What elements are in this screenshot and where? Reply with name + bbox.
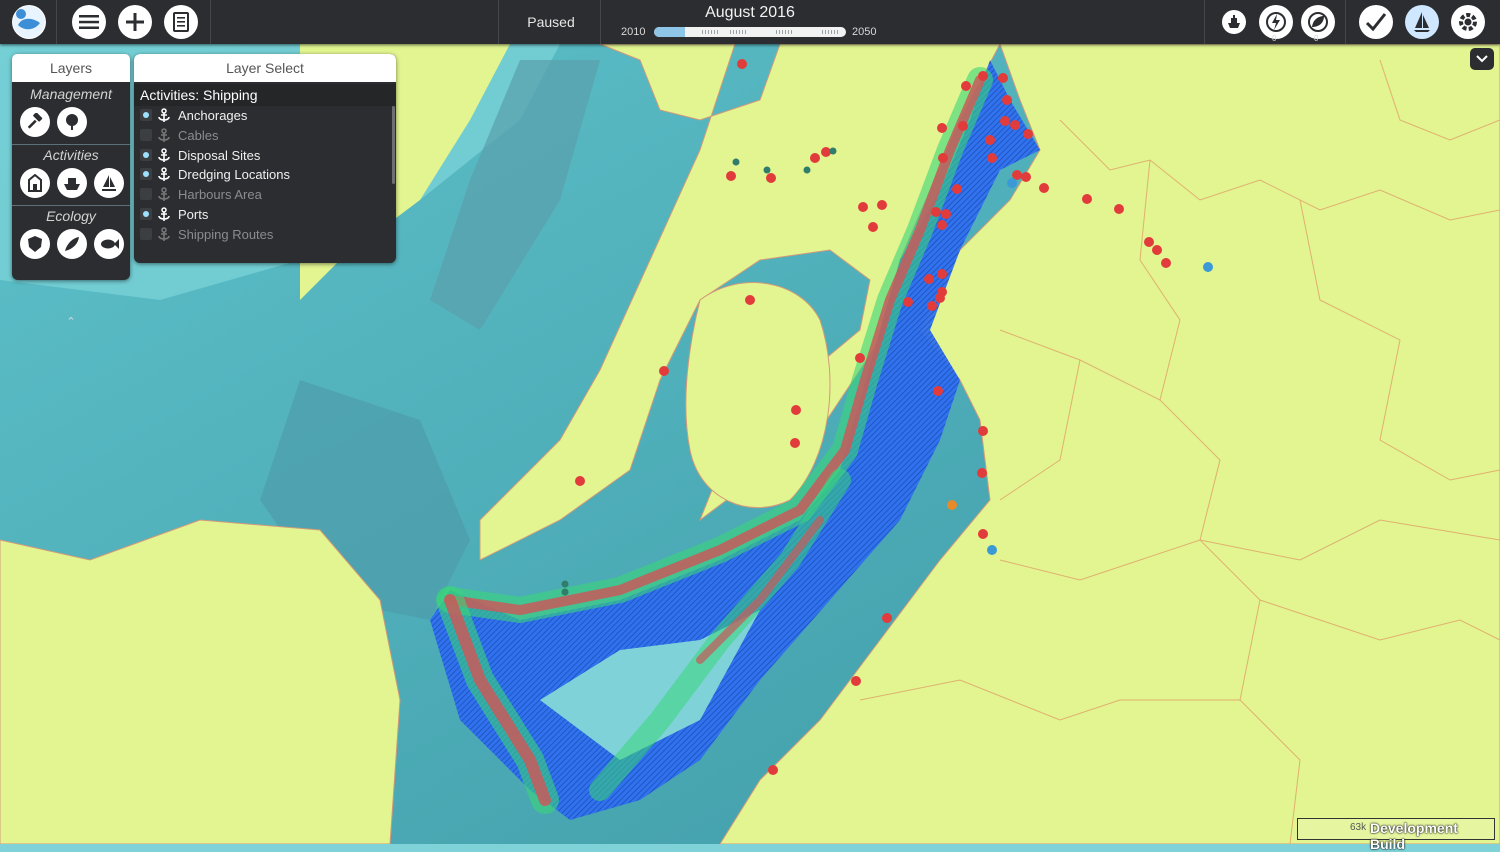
layer-active-dot — [143, 151, 149, 158]
timeline-start-year: 2010 — [621, 26, 646, 38]
land-island — [685, 282, 831, 509]
fish-icon[interactable] — [94, 229, 124, 259]
layer-active-dot — [143, 211, 149, 217]
development-build-watermark: 63k Development Build — [1297, 818, 1495, 852]
menu-icon[interactable] — [72, 5, 106, 39]
layer-select-title: Layer Select — [134, 54, 396, 82]
layer-item-label: Shipping Routes — [178, 226, 274, 242]
layer-item-dredging-locations[interactable]: Dredging Locations — [134, 165, 392, 185]
gavel-icon[interactable] — [20, 107, 50, 137]
layer-toggle-checkbox[interactable] — [140, 188, 152, 201]
checkmark-icon[interactable] — [1359, 5, 1393, 39]
collapse-panel-chevron-icon[interactable]: ⌃ — [64, 317, 78, 328]
anchor-icon — [158, 108, 170, 122]
sailboat-icon[interactable] — [94, 168, 124, 198]
layer-item-ports[interactable]: Ports — [134, 205, 392, 225]
timeline-progress — [654, 27, 685, 37]
layer-item-label: Harbours Area — [178, 187, 262, 203]
layer-item-label: Ports — [178, 207, 209, 222]
category-activities-label: Activities — [43, 147, 99, 163]
shield-icon[interactable] — [20, 229, 50, 259]
ecology-badge: 0 — [1314, 34, 1319, 43]
gear-icon[interactable] — [1451, 5, 1485, 39]
sailboat-icon[interactable] — [1405, 5, 1439, 39]
anchor-icon — [158, 167, 170, 182]
feather-icon[interactable] — [57, 229, 87, 259]
document-icon[interactable] — [164, 5, 198, 39]
layer-toggle-checkbox[interactable] — [140, 227, 152, 240]
layer-item-label: Cables — [178, 127, 219, 143]
category-management-label: Management — [30, 86, 112, 102]
layer-item-disposal-sites[interactable]: Disposal Sites — [134, 146, 392, 166]
ship-icon[interactable] — [1222, 10, 1246, 34]
energy-badge: 0 — [1272, 34, 1277, 43]
timeline-end-year: 2050 — [852, 26, 877, 38]
timeline-slider[interactable] — [654, 27, 846, 37]
layers-panel-title[interactable]: Layers — [12, 54, 130, 82]
anchor-icon — [158, 227, 170, 241]
layer-item-label: Disposal Sites — [178, 147, 261, 163]
development-build-label: Development Build — [1370, 820, 1458, 852]
layer-item-anchorages[interactable]: Anchorages — [134, 106, 392, 126]
current-date: August 2016 — [705, 4, 795, 21]
layer-active-dot — [143, 112, 149, 118]
tree-icon[interactable] — [57, 107, 87, 137]
map-options-chevron-down-icon[interactable] — [1470, 48, 1494, 70]
harbour-icon[interactable] — [20, 168, 50, 198]
layer-category-header: Activities: Shipping — [134, 84, 396, 106]
layer-item-label: Anchorages — [178, 108, 248, 123]
layers-panel: Layers Management Activities Ecology ⌃ — [12, 54, 130, 328]
anchor-icon — [158, 207, 170, 221]
anchor-icon — [158, 187, 170, 202]
layer-toggle-checkbox[interactable] — [140, 128, 152, 141]
top-toolbar: Paused August 2016 2010 2050 0 0 — [0, 0, 1500, 44]
anchor-icon — [158, 147, 170, 162]
layer-item-cables[interactable]: Cables — [134, 126, 392, 146]
layer-item-shipping-routes[interactable]: Shipping Routes — [134, 225, 392, 245]
layer-item-harbours-area[interactable]: Harbours Area — [134, 185, 392, 205]
app-logo-icon[interactable] — [12, 5, 46, 39]
category-ecology-label: Ecology — [46, 208, 96, 224]
simulation-status[interactable]: Paused — [508, 14, 594, 30]
fps-counter: 63k — [1350, 822, 1367, 833]
ship-icon[interactable] — [57, 168, 87, 198]
anchor-icon — [158, 128, 170, 142]
add-icon[interactable] — [118, 5, 152, 39]
layer-list-scrollbar[interactable] — [392, 106, 395, 184]
land-west — [0, 519, 401, 844]
layer-select-panel: Layer Select Activities: Shipping Anchor… — [134, 54, 396, 263]
layer-item-label: Dredging Locations — [178, 167, 291, 183]
